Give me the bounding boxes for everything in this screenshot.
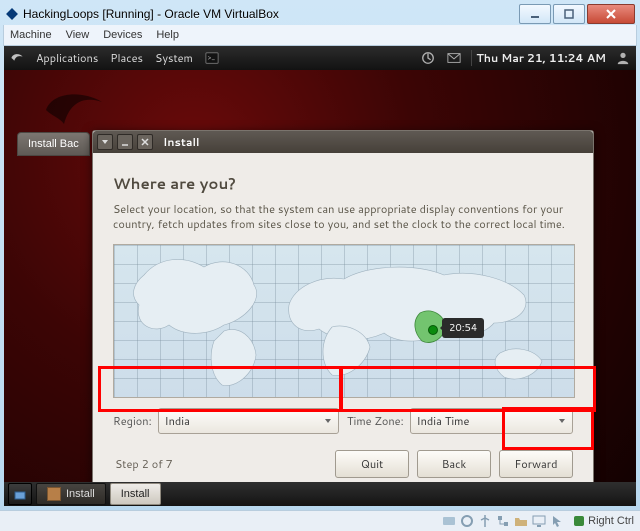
host-window-title: HackingLoops [Running] - Oracle VM Virtu… <box>23 7 517 21</box>
install-window-title: Install <box>163 134 199 150</box>
kali-dragon-logo-icon <box>42 86 106 135</box>
optical-activity-icon[interactable] <box>460 514 474 528</box>
virtualbox-statusbar: Right Ctrl <box>0 510 640 531</box>
host-window-titlebar: HackingLoops [Running] - Oracle VM Virtu… <box>3 3 637 25</box>
host-key-icon <box>574 516 584 526</box>
mouse-integration-icon[interactable] <box>550 514 564 528</box>
install-window: Install Where are you? Select your locat… <box>92 130 594 493</box>
location-time-tooltip: 20:54 <box>442 318 484 338</box>
timezone-label: Time Zone: <box>347 413 404 429</box>
region-value: India <box>165 413 190 429</box>
panel-clock[interactable]: Thu Mar 21, 11:24 AM <box>476 50 606 66</box>
menu-system[interactable]: System <box>155 50 193 66</box>
terminal-icon[interactable]: >_ <box>203 49 221 67</box>
background-install-tab[interactable]: Install Bac <box>17 132 90 156</box>
window-menu-icon[interactable] <box>97 134 113 150</box>
world-map[interactable]: 20:54 <box>113 244 575 398</box>
taskbar-item-install-2[interactable]: Install <box>110 483 161 505</box>
region-label: Region: <box>113 413 152 429</box>
install-heading: Where are you? <box>113 173 573 194</box>
install-icon <box>47 487 61 501</box>
quit-button[interactable]: Quit <box>335 450 409 478</box>
install-window-titlebar[interactable]: Install <box>93 131 593 153</box>
menu-applications[interactable]: Applications <box>36 50 98 66</box>
minimize-icon[interactable] <box>117 134 133 150</box>
network-icon[interactable] <box>496 514 510 528</box>
chevron-down-icon <box>324 413 332 429</box>
usb-icon[interactable] <box>478 514 492 528</box>
user-icon[interactable] <box>614 49 632 67</box>
display-icon[interactable] <box>532 514 546 528</box>
chevron-down-icon <box>558 413 566 429</box>
close-icon[interactable] <box>137 134 153 150</box>
mail-icon[interactable] <box>445 49 463 67</box>
region-combobox[interactable]: India <box>158 408 339 434</box>
window-minimize-button[interactable] <box>519 4 551 24</box>
back-button[interactable]: Back <box>417 450 491 478</box>
timezone-value: India Time <box>417 413 470 429</box>
updates-icon[interactable] <box>419 49 437 67</box>
taskbar-item-install-1[interactable]: Install <box>36 483 106 505</box>
window-maximize-button[interactable] <box>553 4 585 24</box>
virtualbox-menubar: Machine View Devices Help <box>3 25 637 46</box>
shared-folders-icon[interactable] <box>514 514 528 528</box>
menu-help[interactable]: Help <box>156 29 179 41</box>
gnome-top-panel: Applications Places System >_ Thu Mar 21… <box>4 46 636 70</box>
gnome-bottom-panel: Install Install <box>4 482 636 506</box>
show-desktop-button[interactable] <box>8 483 32 505</box>
kali-menu-icon[interactable] <box>8 49 26 67</box>
menu-devices[interactable]: Devices <box>103 29 142 41</box>
menu-view[interactable]: View <box>66 29 90 41</box>
install-description: Select your location, so that the system… <box>113 202 573 232</box>
step-indicator: Step 2 of 7 <box>115 456 173 472</box>
virtualbox-cube-icon <box>5 7 19 21</box>
world-map-svg <box>114 245 574 397</box>
forward-button[interactable]: Forward <box>499 450 573 478</box>
guest-display: Applications Places System >_ Thu Mar 21… <box>4 46 636 506</box>
svg-text:>_: >_ <box>208 53 216 63</box>
hdd-activity-icon[interactable] <box>442 514 456 528</box>
guest-desktop: Install Bac Install Where are you? Selec… <box>4 70 636 482</box>
menu-machine[interactable]: Machine <box>10 29 52 41</box>
timezone-combobox[interactable]: India Time <box>410 408 573 434</box>
host-key-indicator[interactable]: Right Ctrl <box>574 515 634 527</box>
window-close-button[interactable] <box>587 4 635 24</box>
menu-places[interactable]: Places <box>110 50 143 66</box>
